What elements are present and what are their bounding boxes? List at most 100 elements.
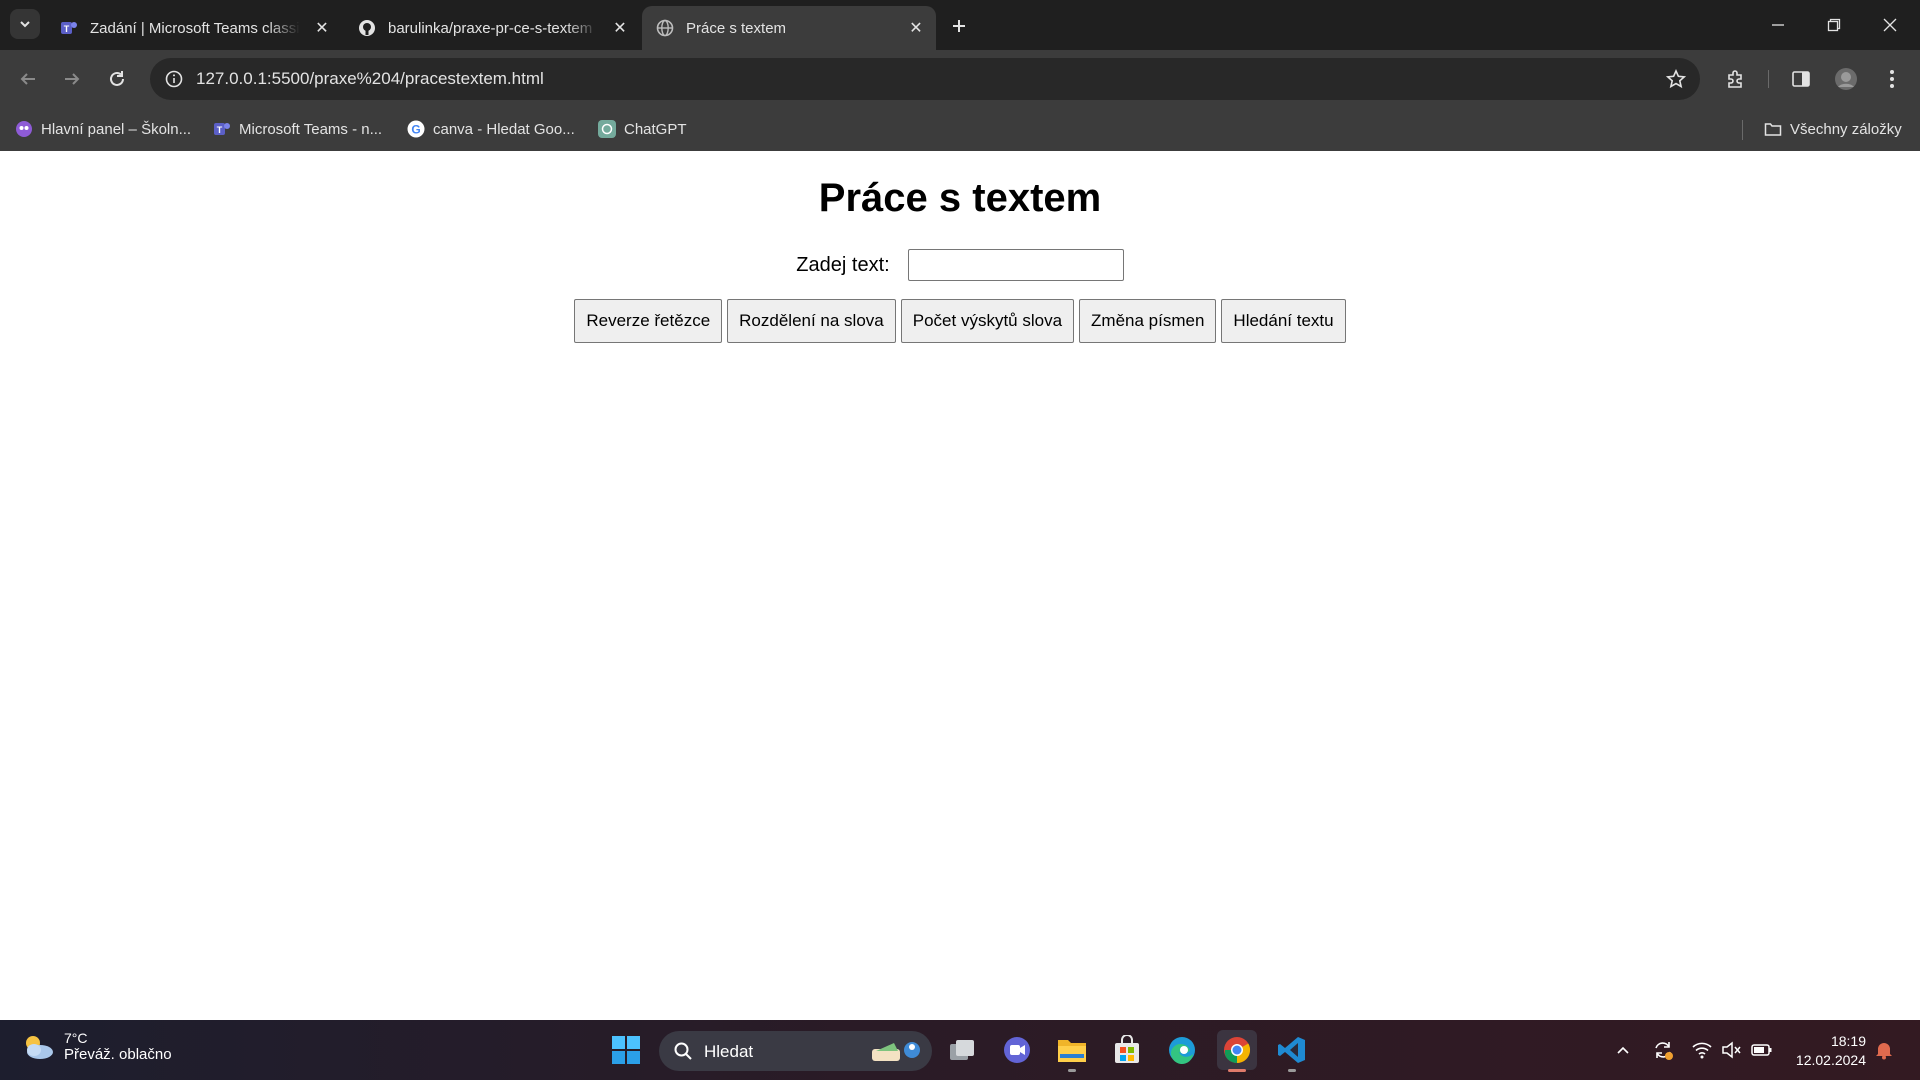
battery-tray-icon[interactable] (1750, 1038, 1774, 1062)
show-hidden-icons-button[interactable] (1611, 1038, 1635, 1062)
tab-title: Zadání | Microsoft Teams classic (90, 19, 300, 37)
sync-tray-icon[interactable] (1651, 1038, 1675, 1062)
teams-icon: T (214, 123, 230, 135)
more-vertical-icon (1890, 70, 1894, 88)
find-text-button[interactable]: Hledání textu (1221, 299, 1346, 343)
edge-button[interactable] (1162, 1030, 1202, 1070)
star-icon (1666, 69, 1686, 89)
info-icon (165, 70, 183, 88)
speaker-muted-icon (1722, 1041, 1741, 1059)
task-view-button[interactable] (942, 1030, 982, 1070)
wifi-tray-icon[interactable] (1690, 1038, 1714, 1062)
close-tab-icon[interactable]: ✕ (610, 18, 630, 38)
svg-text:T: T (64, 24, 70, 34)
close-tab-icon[interactable]: ✕ (312, 18, 332, 38)
vscode-button[interactable] (1272, 1030, 1312, 1072)
active-indicator (1228, 1069, 1246, 1072)
chrome-icon (1224, 1037, 1251, 1064)
close-icon (1883, 18, 1897, 32)
github-icon (359, 20, 375, 36)
weather-description: Převáž. oblačno (64, 1046, 172, 1063)
new-tab-button[interactable] (945, 12, 973, 40)
action-buttons: Reverze řetězce Rozdělení na slova Počet… (0, 299, 1920, 343)
cloudy-weather-icon (26, 1035, 53, 1059)
folder-icon (1058, 1040, 1086, 1062)
taskbar-search[interactable]: Hledat (659, 1031, 932, 1071)
side-panel-icon (1792, 71, 1810, 87)
forward-button[interactable] (56, 63, 88, 95)
bookmark-label: Hlavní panel – Školn... (41, 120, 192, 138)
teams-icon: T (61, 22, 77, 34)
search-icon (674, 1042, 692, 1060)
word-count-button[interactable]: Počet výskytů slova (900, 299, 1075, 343)
svg-text:T: T (217, 125, 223, 135)
search-label: Hledat (704, 1042, 754, 1061)
profile-button[interactable] (1830, 63, 1862, 95)
bookmarks-divider (1742, 120, 1743, 140)
plus-icon (953, 20, 965, 32)
menu-button[interactable] (1876, 63, 1908, 95)
tab-title: barulinka/praxe-pr-ce-s-textem (388, 19, 593, 37)
microsoft-store-button[interactable] (1107, 1030, 1147, 1070)
restore-button[interactable] (1806, 0, 1862, 50)
google-icon: G (407, 120, 425, 138)
notifications-button[interactable] (1872, 1038, 1896, 1062)
tab-teams[interactable]: T Zadání | Microsoft Teams classic ✕ (46, 6, 342, 50)
address-bar[interactable]: 127.0.0.1:5500/praxe%204/pracestextem.ht… (150, 58, 1700, 100)
svg-text:G: G (411, 123, 420, 137)
change-case-button[interactable]: Změna písmen (1079, 299, 1217, 343)
all-bookmarks-label: Všechny záložky (1790, 120, 1902, 138)
bookmark-star-button[interactable] (1662, 65, 1690, 93)
close-window-button[interactable] (1862, 0, 1918, 50)
reverse-string-button[interactable]: Reverze řetězce (574, 299, 723, 343)
running-indicator (1068, 1069, 1076, 1072)
arrow-left-icon (20, 73, 35, 85)
tab-search-button[interactable] (10, 9, 40, 39)
weather-temperature: 7°C (64, 1030, 88, 1046)
text-input[interactable] (907, 249, 1124, 281)
minimize-icon (1772, 24, 1784, 26)
taskbar: 7°C Převáž. oblačno Hledat 18:19 12.02.2… (0, 1020, 1920, 1080)
reload-button[interactable] (101, 63, 133, 95)
store-icon (1115, 1035, 1139, 1063)
clock-time: 18:19 (1830, 1033, 1866, 1049)
tab-github[interactable]: barulinka/praxe-pr-ce-s-textem ✕ (344, 6, 640, 50)
close-tab-icon[interactable]: ✕ (906, 18, 926, 38)
bookmark-item[interactable]: G canva - Hledat Goo... (407, 117, 575, 141)
file-explorer-button[interactable] (1052, 1030, 1092, 1072)
tab-strip: T Zadání | Microsoft Teams classic ✕ bar… (0, 0, 1920, 50)
volume-tray-icon[interactable] (1719, 1038, 1743, 1062)
chat-icon (1004, 1037, 1030, 1063)
all-bookmarks-button[interactable]: Všechny záložky (1764, 117, 1902, 141)
back-button[interactable] (12, 63, 44, 95)
wifi-icon (1692, 1042, 1712, 1059)
browser-toolbar: 127.0.0.1:5500/praxe%204/pracestextem.ht… (0, 50, 1920, 108)
side-panel-button[interactable] (1785, 63, 1817, 95)
page-title: Práce s textem (818, 176, 1102, 220)
chrome-button[interactable] (1217, 1030, 1257, 1072)
minimize-button[interactable] (1750, 0, 1806, 50)
globe-icon (656, 19, 674, 37)
text-input-label: Zadej text: (796, 253, 890, 276)
school-icon (16, 121, 32, 137)
search-highlight-icon (872, 1042, 920, 1061)
clock[interactable]: 18:19 12.02.2024 (1796, 1032, 1866, 1070)
site-info-button[interactable] (160, 65, 188, 93)
start-button[interactable] (606, 1030, 646, 1070)
teams-chat-button[interactable] (997, 1030, 1037, 1070)
bookmark-item[interactable]: Hlavní panel – Školn... (15, 117, 191, 141)
text-input-row: Zadej text: (0, 249, 1920, 281)
bookmark-item[interactable]: T Microsoft Teams - n... (213, 117, 382, 141)
arrow-right-icon (65, 73, 80, 85)
url-text[interactable]: 127.0.0.1:5500/praxe%204/pracestextem.ht… (196, 69, 544, 89)
bookmark-item[interactable]: ChatGPT (598, 117, 687, 141)
split-words-button[interactable]: Rozdělení na slova (727, 299, 896, 343)
extensions-button[interactable] (1720, 63, 1752, 95)
clock-date: 12.02.2024 (1795, 1052, 1866, 1068)
bookmarks-bar: Hlavní panel – Školn... T Microsoft Team… (0, 108, 1920, 151)
sync-icon (1655, 1042, 1673, 1060)
avatar (1835, 68, 1857, 90)
tab-prace-s-textem[interactable]: Práce s textem ✕ (642, 6, 936, 50)
weather-widget[interactable]: 7°C Převáž. oblačno (20, 1030, 172, 1063)
bookmark-label: canva - Hledat Goo... (433, 120, 575, 138)
